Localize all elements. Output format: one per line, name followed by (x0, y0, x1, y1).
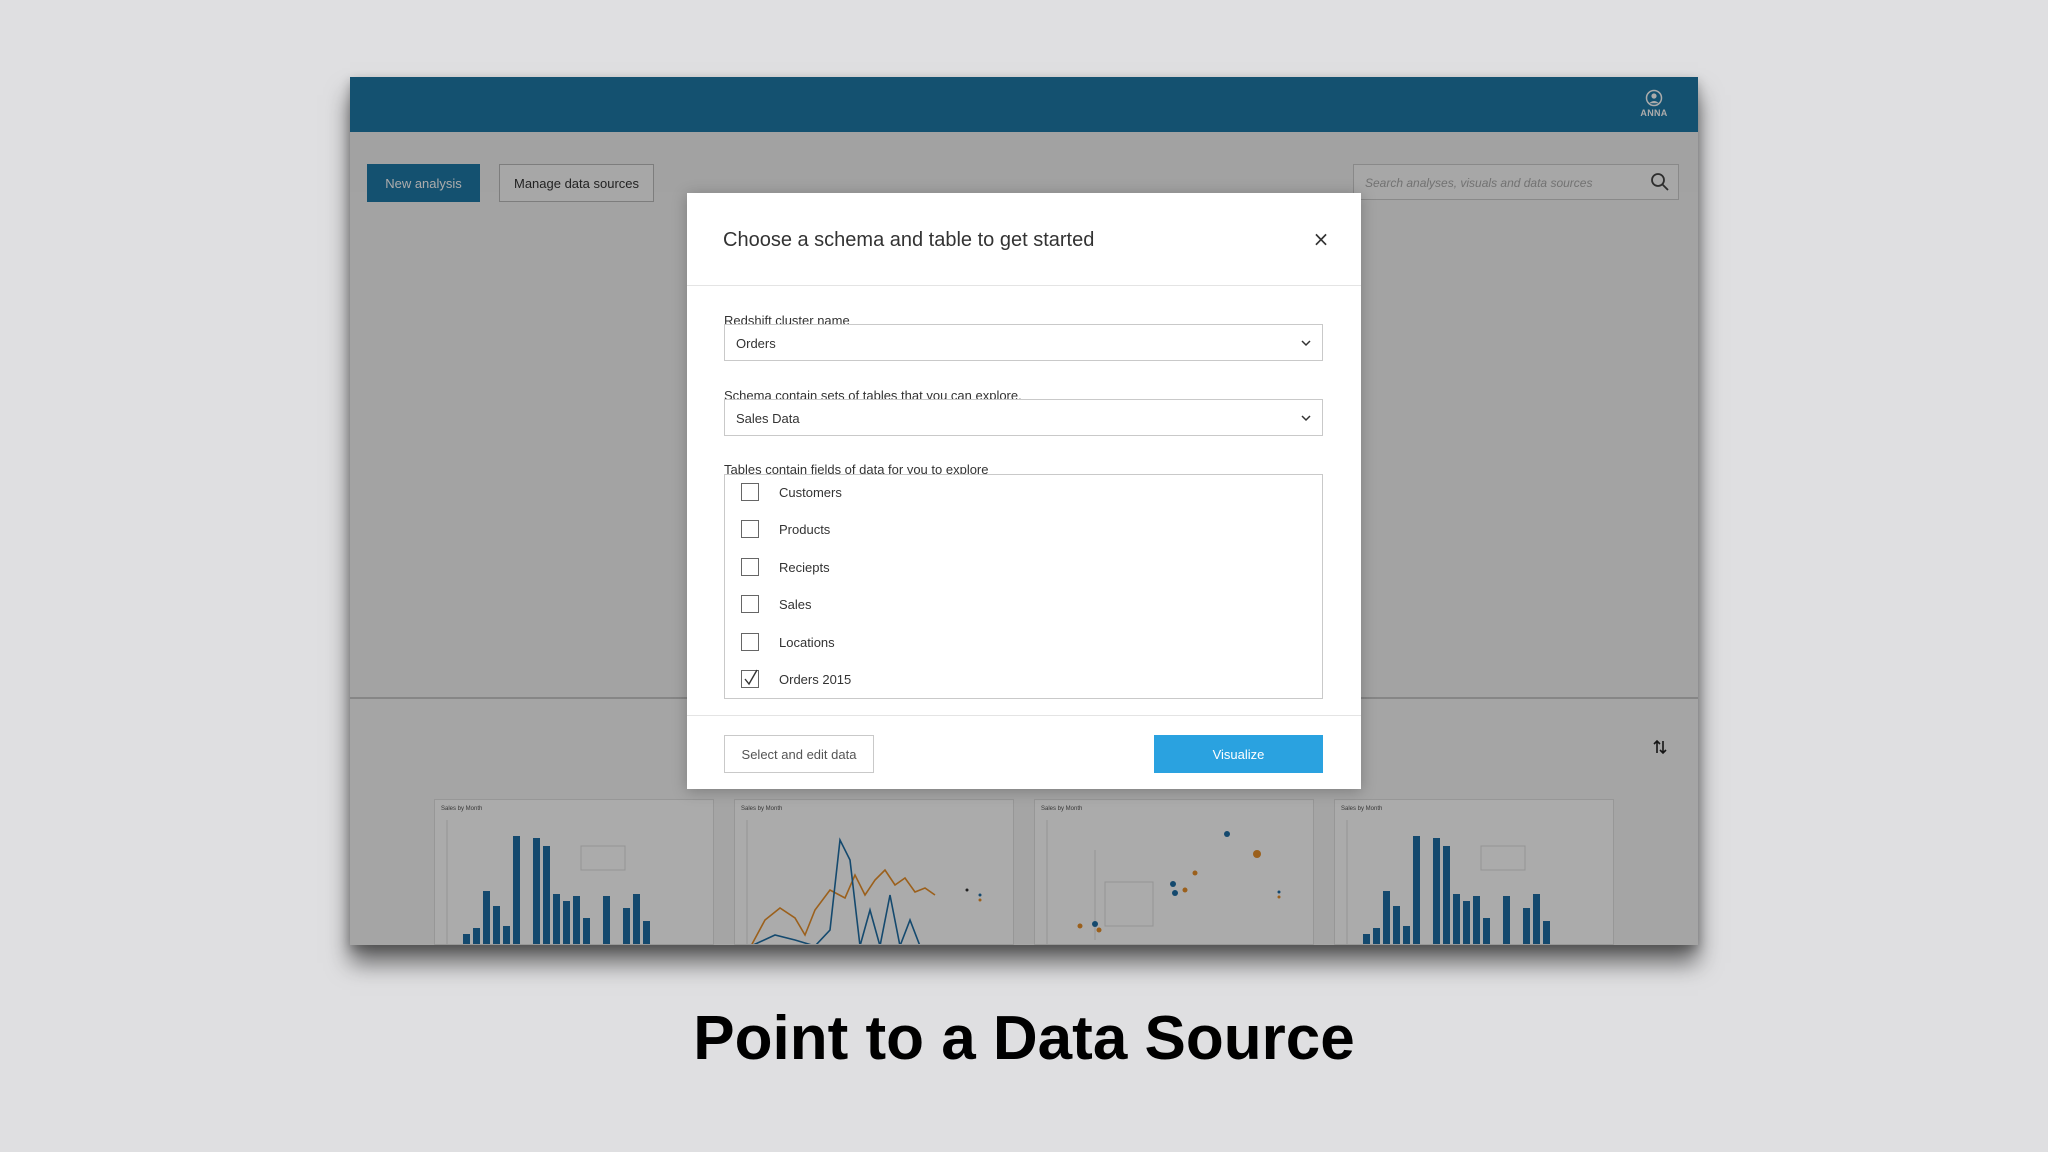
select-and-edit-data-button[interactable]: Select and edit data (724, 735, 874, 773)
dialog-title: Choose a schema and table to get started (723, 229, 1095, 251)
visualize-button[interactable]: Visualize (1154, 735, 1323, 773)
close-icon[interactable]: × (1311, 229, 1331, 249)
checkbox[interactable] (741, 558, 759, 576)
checkbox[interactable] (741, 483, 759, 501)
table-checkbox-list: Customers Products Reciepts Sales Locati… (724, 474, 1323, 699)
app-window: ANNA New analysis Manage data sources Se… (350, 77, 1698, 945)
dialog-header: Choose a schema and table to get started… (687, 193, 1361, 286)
checkbox-checked[interactable] (741, 669, 759, 688)
checkmark-icon (744, 669, 758, 686)
checkbox[interactable] (741, 595, 759, 613)
table-option-label: Sales (779, 597, 812, 612)
table-option-label: Reciepts (779, 560, 830, 575)
schema-select-value: Sales Data (736, 411, 800, 426)
checkbox[interactable] (741, 520, 759, 538)
table-option-label: Orders 2015 (779, 672, 852, 687)
cluster-select[interactable]: Orders (724, 324, 1323, 361)
choose-schema-dialog: Choose a schema and table to get started… (687, 193, 1361, 789)
chevron-down-icon (1301, 415, 1311, 422)
dialog-footer: Select and edit data Visualize (687, 715, 1361, 790)
chevron-down-icon (1301, 340, 1311, 347)
checkbox[interactable] (741, 633, 759, 651)
cluster-select-value: Orders (736, 336, 776, 351)
schema-select[interactable]: Sales Data (724, 399, 1323, 436)
table-option-label: Products (779, 522, 831, 537)
slide-caption: Point to a Data Source (693, 1004, 1355, 1073)
table-option-label: Locations (779, 635, 835, 650)
table-option-label: Customers (779, 485, 842, 500)
